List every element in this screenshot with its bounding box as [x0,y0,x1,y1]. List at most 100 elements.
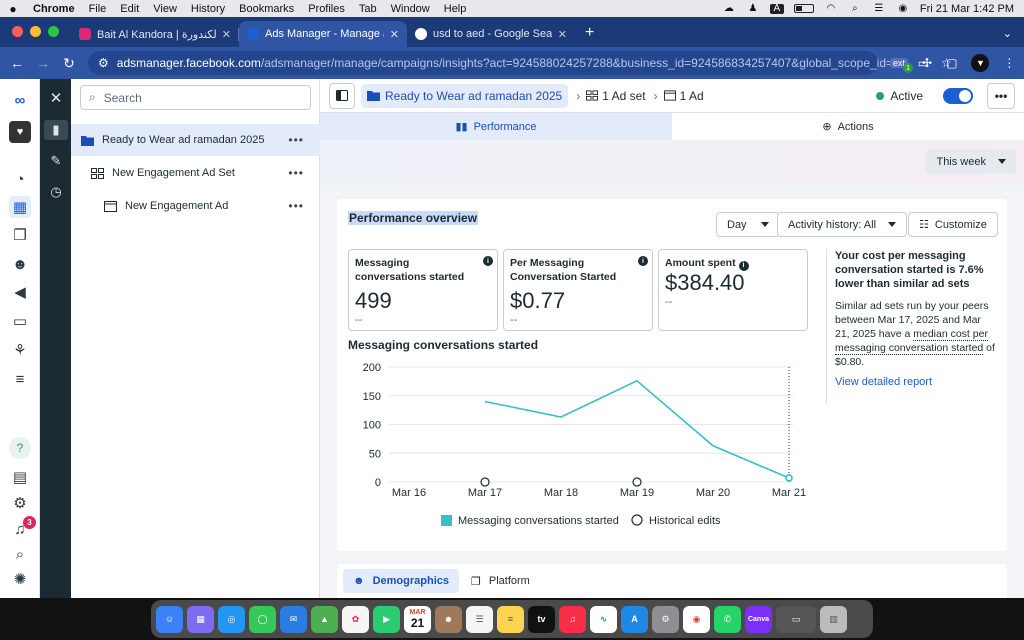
tab-search-chevron-icon[interactable]: ⌄ [1003,27,1024,47]
close-panel-icon[interactable]: ✕ [46,88,66,108]
edit-pencil-icon[interactable]: ✎ [46,151,66,171]
billing-card-icon[interactable]: ▭ [9,310,31,332]
siri-icon[interactable]: ◉ [896,3,910,14]
performance-chart-icon[interactable]: ▮ [44,120,68,140]
breadcrumb-campaign[interactable]: Ready to Wear ad ramadan 2025 [361,83,569,108]
campaigns-table-icon[interactable]: ▦ [9,196,31,218]
menu-help[interactable]: Help [437,3,474,15]
tab-platform[interactable]: ❐ Platform [461,569,540,593]
megaphone-icon[interactable]: ◀ [9,281,31,303]
more-options-button[interactable]: ••• [987,82,1015,109]
menu-clock[interactable]: Fri 21 Mar 1:42 PM [920,3,1014,15]
info-icon[interactable]: i [483,256,493,266]
apple-tv-icon[interactable]: tv [528,605,555,633]
site-info-icon[interactable]: ⚙ [98,56,109,70]
puzzle-extensions-icon[interactable]: ✣ [922,56,932,70]
control-center-icon[interactable]: ☰ [872,3,886,14]
music-icon[interactable]: ♫ [559,605,586,633]
canva-icon[interactable]: Canva [745,605,772,633]
spotlight-icon[interactable]: ⌕ [848,3,862,14]
settings-gear-icon[interactable]: ⚙ [9,492,31,514]
close-tab-icon[interactable]: ✕ [390,28,399,41]
minimize-window-button[interactable] [30,26,41,37]
tab-performance[interactable]: ▮▮ Performance [320,113,672,140]
toggle-panel-button[interactable] [329,82,355,109]
menu-window[interactable]: Window [384,3,437,15]
metric-card-conversations[interactable]: Messaging conversations started i 499 -- [348,249,498,331]
system-settings-icon[interactable]: ⚙ [652,605,679,633]
back-button[interactable]: ← [4,55,30,71]
people-icon[interactable]: ♟ [746,3,760,14]
downloads-stack-icon[interactable]: ▭ [776,605,816,633]
bug-report-icon[interactable]: ✺ [9,568,31,590]
menu-icon[interactable]: ≡ [9,368,31,390]
finder-icon[interactable]: ☺ [156,605,183,633]
menu-history[interactable]: History [184,3,232,15]
info-icon[interactable]: i [638,256,648,266]
menu-file[interactable]: File [82,3,114,15]
pages-icon[interactable]: ❐ [9,224,31,246]
input-source-icon[interactable]: A [769,3,784,14]
tab-demographics[interactable]: ☻ Demographics [343,569,459,593]
tab-google-search[interactable]: usd to aed - Google Search ✕ [407,21,575,47]
reload-button[interactable]: ↻ [56,55,82,72]
view-detailed-report-link[interactable]: View detailed report [835,376,998,388]
customize-button[interactable]: ☷ Customize [908,212,998,237]
ad-more-icon[interactable]: ••• [288,199,304,213]
menu-profiles[interactable]: Profiles [301,3,352,15]
whatsapp-icon[interactable]: ✆ [714,605,741,633]
tab-ads-manager[interactable]: Ads Manager - Manage ads ✕ [239,21,407,47]
forward-button[interactable]: → [30,55,56,71]
menu-tab[interactable]: Tab [352,3,384,15]
close-tab-icon[interactable]: ✕ [558,28,567,41]
tree-item-adset[interactable]: New Engagement Ad Set ••• [71,157,320,189]
extension-icon[interactable]: ext 1 [890,58,914,73]
notes-icon[interactable]: ≡ [497,605,524,633]
creative-cloud-icon[interactable]: ☁ [722,3,736,14]
menu-app-name[interactable]: Chrome [26,3,82,15]
help-icon[interactable]: ? [9,437,31,459]
address-bar[interactable]: ⚙ adsmanager.facebook.com/adsmanager/man… [88,51,952,75]
audiences-icon[interactable]: ☻ [9,253,31,275]
photos-icon[interactable]: ✿ [342,605,369,633]
date-range-dropdown[interactable]: This week [926,149,1016,174]
business-settings-icon[interactable]: ⚘ [9,339,31,361]
search-icon[interactable]: ⌕ [9,543,31,565]
calendar-icon[interactable]: MAR 21 [404,605,431,633]
reminders-icon[interactable]: ☰ [466,605,493,633]
chrome-icon[interactable]: ◉ [683,605,710,633]
metric-card-cost-per-conversation[interactable]: Per Messaging Conversation Started i $0.… [503,249,653,331]
adset-more-icon[interactable]: ••• [288,166,304,180]
meta-logo-icon[interactable]: ∞ [9,89,31,111]
info-icon[interactable]: i [738,261,749,271]
facetime-icon[interactable]: ▶ [373,605,400,633]
close-tab-icon[interactable]: ✕ [222,28,231,41]
metric-card-amount-spent[interactable]: Amount spent i $384.40 -- [658,249,808,331]
menu-view[interactable]: View [146,3,184,15]
maps-icon[interactable]: ▲ [311,605,338,633]
reports-icon[interactable]: ▤ [9,466,31,488]
app-store-icon[interactable]: A [621,605,648,633]
side-panel-icon[interactable]: ▢ [946,56,957,70]
new-tab-button[interactable]: + [575,24,604,47]
breadcrumb-adset[interactable]: 1 Ad set [586,89,646,103]
menu-bookmarks[interactable]: Bookmarks [232,3,301,15]
tab-actions[interactable]: ⊕ Actions [672,113,1024,140]
campaign-more-icon[interactable]: ••• [288,133,304,147]
tree-search-input[interactable]: ⌕ Search [80,85,311,110]
close-window-button[interactable] [12,26,23,37]
wifi-icon[interactable]: ◠ [824,3,838,14]
launchpad-icon[interactable]: ▦ [187,605,214,633]
business-avatar[interactable]: ♥ [9,121,31,143]
mail-icon[interactable]: ✉ [280,605,307,633]
freeform-icon[interactable]: ∿ [590,605,617,633]
messages-icon[interactable]: ◯ [249,605,276,633]
battery-icon[interactable] [793,4,814,13]
chrome-menu-icon[interactable]: ⋮ [1003,56,1015,70]
breadcrumb-ad[interactable]: 1 Ad [663,89,704,103]
activity-history-dropdown[interactable]: Activity history: All [777,212,908,237]
profile-avatar[interactable]: ▼ [971,54,990,72]
menu-edit[interactable]: Edit [113,3,146,15]
contacts-icon[interactable]: ☻ [435,605,462,633]
apple-menu-icon[interactable]: ● [0,2,26,16]
